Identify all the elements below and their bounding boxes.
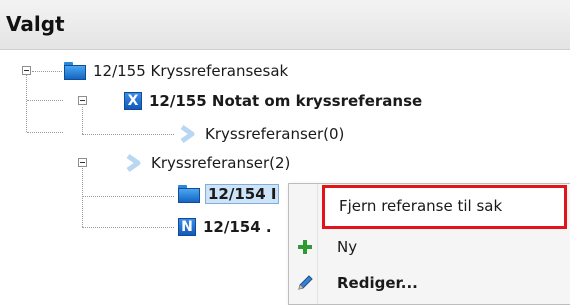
highlight-annotation: Fjern referanse til sak (322, 185, 567, 229)
tree-connector (82, 227, 174, 228)
tree-node-label: Kryssreferanser(0) (205, 125, 345, 143)
tree-node-kryssreferanser-2[interactable]: Kryssreferanser(2) (122, 153, 290, 173)
tree-node-label: 12/155 Kryssreferansesak (93, 62, 289, 80)
collapse-toggle-notat[interactable] (78, 96, 87, 105)
menu-item-edit[interactable]: Rediger... (289, 266, 570, 300)
tree-connector (27, 132, 63, 133)
menu-item-label: Ny (337, 238, 358, 256)
menu-item-label[interactable]: Fjern referanse til sak (339, 197, 502, 215)
tree-node-label: 12/155 Notat om kryssreferanse (149, 92, 423, 110)
chevron-right-icon (180, 124, 195, 144)
menu-item-new[interactable]: Ny (289, 230, 570, 264)
tree-node-notat[interactable]: X 12/155 Notat om kryssreferanse (124, 91, 422, 111)
folder-icon (64, 62, 86, 80)
tree-node-label: 12/154 . (203, 218, 272, 236)
tree-node-root[interactable]: 12/155 Kryssreferansesak (64, 61, 288, 81)
panel-title: Valgt (6, 12, 65, 36)
tree-node-ref-12-154-a[interactable]: 12/154 I (178, 184, 280, 204)
collapse-toggle-root[interactable] (22, 66, 31, 75)
n-document-icon: N (178, 218, 196, 236)
chevron-right-icon (126, 153, 141, 173)
tree-node-label: Kryssreferanser(2) (151, 154, 291, 172)
tree-connector (32, 71, 62, 72)
pencil-icon (298, 275, 313, 290)
plus-icon (298, 240, 312, 254)
tree-node-label: 12/154 I (205, 184, 280, 204)
tree-connector (82, 196, 174, 197)
collapse-toggle-kryssreferanser[interactable] (78, 158, 87, 167)
tree-connector (82, 107, 83, 134)
tree-node-ref-12-154-b[interactable]: N 12/154 . (178, 217, 272, 237)
tree-connector (27, 100, 63, 101)
tree-connector (26, 71, 27, 132)
tree-connector (82, 134, 174, 135)
x-document-icon: X (124, 92, 142, 110)
panel-header: Valgt (0, 0, 570, 50)
menu-item-label: Rediger... (337, 274, 418, 292)
tree-node-kryssreferanser-0[interactable]: Kryssreferanser(0) (176, 124, 344, 144)
folder-icon (178, 185, 200, 203)
